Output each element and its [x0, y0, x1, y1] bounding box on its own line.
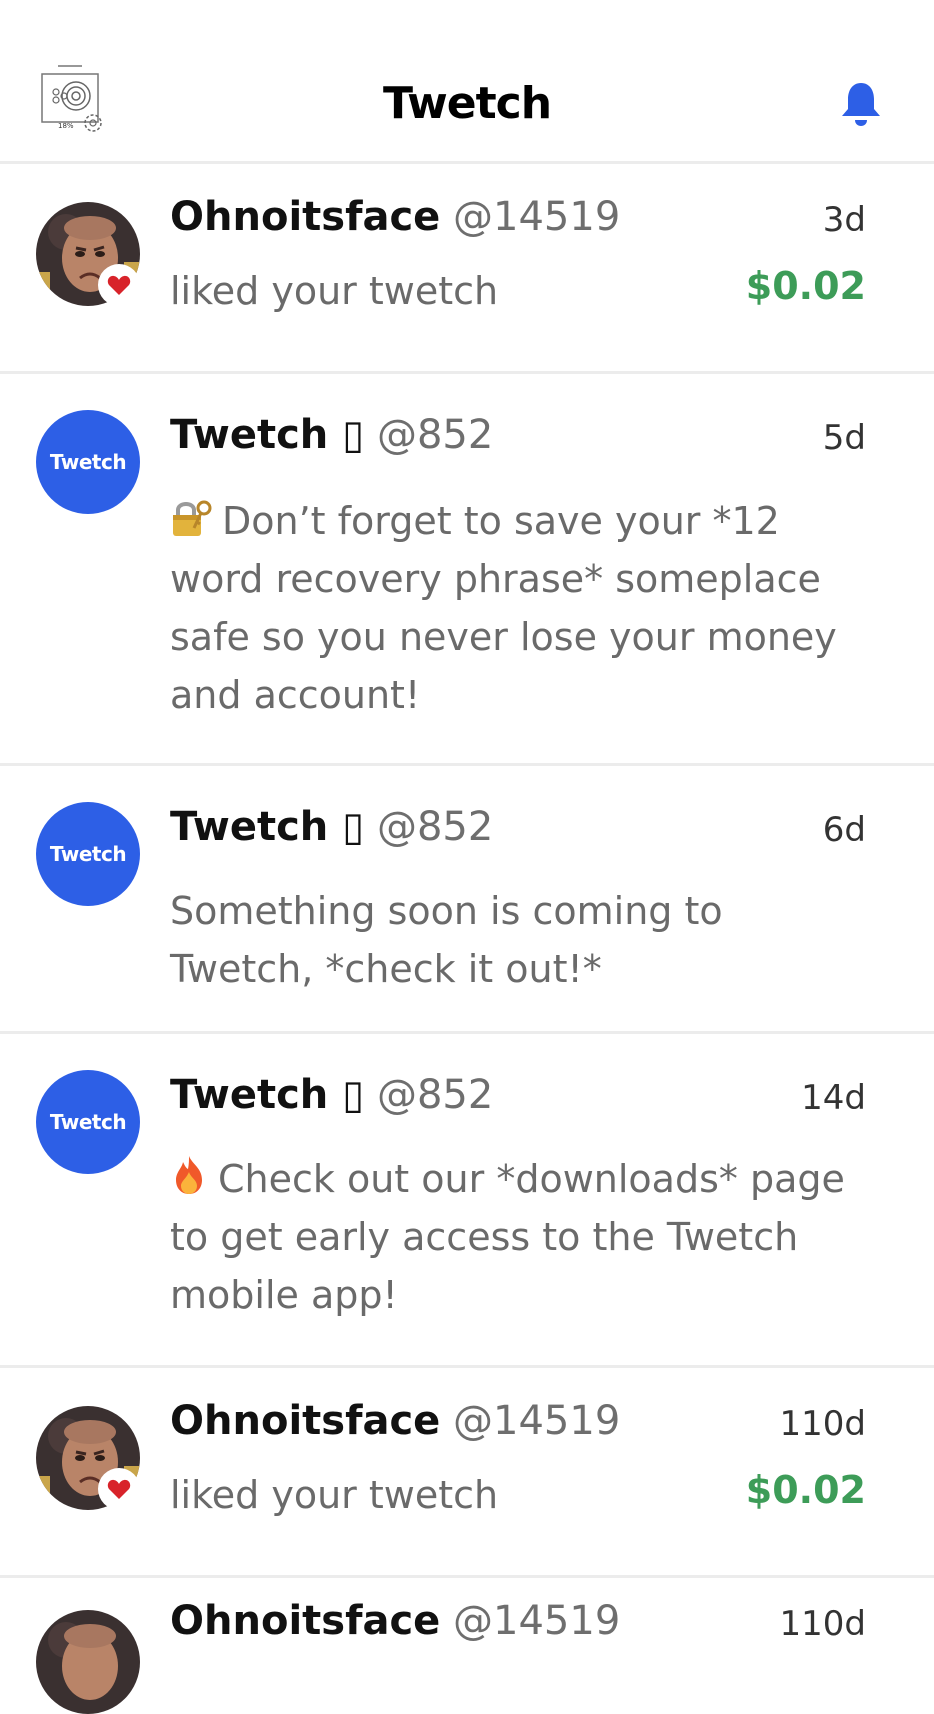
twetch-avatar[interactable]: Twetch: [36, 410, 140, 514]
like-badge: [98, 264, 140, 306]
author-handle: @14519: [453, 1598, 621, 1644]
author-name[interactable]: Ohnoitsface: [170, 1598, 440, 1644]
notification-text: Check out our *downloads* page to get ea…: [170, 1150, 860, 1324]
author-name[interactable]: Twetch ▯: [170, 1072, 364, 1118]
author-name[interactable]: Ohnoitsface: [170, 194, 440, 240]
author-handle: @852: [376, 412, 494, 458]
page-title: Twetch: [382, 78, 552, 129]
fire-emoji-icon: [176, 1156, 202, 1194]
notification-title: Twetch ▯ @852: [170, 412, 493, 458]
timestamp: 3d: [822, 200, 866, 240]
notification-message: Don’t forget to save your *12 word recov…: [170, 499, 837, 717]
user-avatar-photo: [36, 1610, 140, 1714]
author-handle: @14519: [453, 194, 621, 240]
bell-icon: [842, 83, 880, 126]
notification-item[interactable]: Twetch Twetch ▯ @852 14d Check out our *…: [0, 1034, 934, 1368]
avatar[interactable]: [36, 1406, 140, 1510]
notification-title: Twetch ▯ @852: [170, 1072, 493, 1118]
heart-icon: [107, 275, 131, 295]
notification-title: Ohnoitsface @14519: [170, 1598, 620, 1644]
avatar[interactable]: [36, 1610, 140, 1714]
timestamp: 110d: [779, 1404, 866, 1444]
twetch-avatar[interactable]: Twetch: [36, 1070, 140, 1174]
notification-title: Ohnoitsface @14519: [170, 194, 620, 240]
notification-item[interactable]: Ohnoitsface @14519 110d: [0, 1578, 934, 1714]
notification-text: Don’t forget to save your *12 word recov…: [170, 492, 860, 724]
heart-icon: [107, 1479, 131, 1499]
timestamp: 110d: [779, 1604, 866, 1644]
author-handle: @852: [376, 1072, 494, 1118]
tip-amount: $0.02: [745, 264, 866, 308]
twetch-avatar[interactable]: Twetch: [36, 802, 140, 906]
tip-amount: $0.02: [745, 1468, 866, 1512]
notification-title: Twetch ▯ @852: [170, 804, 493, 850]
timestamp: 6d: [822, 810, 866, 850]
like-badge: [98, 1468, 140, 1510]
notification-item[interactable]: Ohnoitsface @14519 110d liked your twetc…: [0, 1368, 934, 1578]
lock-key-emoji-icon: [173, 500, 212, 536]
notification-item[interactable]: Ohnoitsface @14519 3d liked your twetch …: [0, 164, 934, 374]
notification-message: Check out our *downloads* page to get ea…: [170, 1157, 845, 1317]
author-name[interactable]: Twetch ▯: [170, 412, 364, 458]
notification-item[interactable]: Twetch Twetch ▯ @852 6d Something soon i…: [0, 766, 934, 1034]
timestamp: 5d: [822, 418, 866, 458]
notification-item[interactable]: Twetch Twetch ▯ @852 5d Don’t forget to …: [0, 374, 934, 766]
notifications-bell-button[interactable]: [838, 80, 884, 128]
notification-title: Ohnoitsface @14519: [170, 1398, 620, 1444]
author-handle: @852: [376, 804, 494, 850]
author-name[interactable]: Twetch ▯: [170, 804, 364, 850]
timestamp: 14d: [801, 1078, 866, 1118]
app-header: 18% Twetch: [0, 0, 934, 164]
author-handle: @14519: [453, 1398, 621, 1444]
avatar[interactable]: [36, 202, 140, 306]
notification-text: Something soon is coming to Twetch, *che…: [170, 889, 723, 991]
author-name[interactable]: Ohnoitsface: [170, 1398, 440, 1444]
